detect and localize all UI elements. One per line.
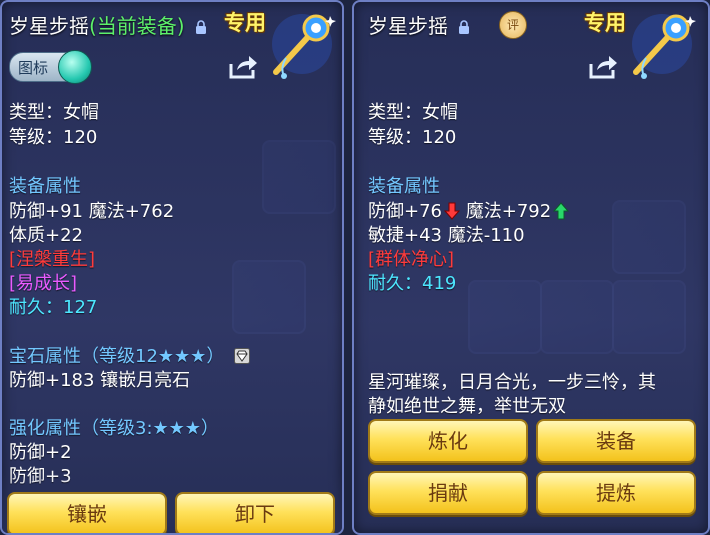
attr-magic: 魔法+792 — [465, 201, 552, 222]
exclusive-label: 专用 — [584, 11, 626, 35]
item-level: 等级：120 — [368, 127, 457, 148]
equip-attr-header: 装备属性 — [9, 176, 81, 197]
gem-header-text: 宝石属性（等级12★★★） — [9, 346, 225, 367]
unequip-button[interactable]: 卸下 — [175, 492, 335, 533]
durability-value: 127 — [63, 297, 98, 318]
lock-icon — [195, 20, 206, 34]
special-skill: [易成长] — [9, 273, 78, 294]
hairpin-item-icon — [632, 14, 696, 79]
durability: 耐久：127 — [9, 293, 97, 319]
special-effect: [涅槃重生] — [9, 249, 96, 270]
gem-attr-header: 宝石属性（等级12★★★） — [9, 342, 251, 368]
lock-icon — [459, 20, 470, 34]
rating-badge-icon[interactable]: 评 — [499, 11, 527, 39]
item-title: 岁星步摇(当前装备) — [9, 10, 207, 39]
refine-button[interactable]: 炼化 — [368, 419, 528, 463]
attr-line: 防御+76 魔法+792 — [368, 197, 570, 223]
special-effect: [群体净心] — [368, 249, 455, 270]
exclusive-label: 专用 — [224, 11, 266, 35]
arrow-up-icon — [553, 202, 570, 220]
toggle-knob — [58, 50, 92, 84]
item-name: 岁星步摇 — [9, 14, 89, 38]
share-icon[interactable] — [228, 54, 258, 80]
attr-defense: 防御+76 — [368, 201, 442, 222]
item-type: 类型：女帽 — [368, 102, 458, 123]
attr-line: 敏捷+43 魔法-110 — [368, 225, 525, 246]
equip-button[interactable]: 装备 — [536, 419, 696, 463]
item-title: 岁星步摇 — [368, 10, 470, 39]
inlay-button[interactable]: 镶嵌 — [7, 492, 167, 533]
enhance-attr-header: 强化属性（等级3:★★★） — [9, 418, 219, 439]
equip-attr-header: 装备属性 — [368, 176, 440, 197]
equipped-item-panel: 岁星步摇(当前装备) 专用 图标 类型：女帽 等级：120 装备属性 防御+91… — [0, 0, 344, 535]
durability: 耐久：419 — [368, 269, 456, 295]
item-level: 等级：120 — [9, 127, 98, 148]
item-type: 类型：女帽 — [9, 102, 99, 123]
donate-button[interactable]: 捐献 — [368, 471, 528, 515]
arrow-down-icon — [444, 202, 460, 220]
attr-line: 防御+91 魔法+762 — [9, 201, 175, 222]
item-description: 星河璀璨，日月合光，一步三怜，其 — [368, 372, 656, 393]
extract-button[interactable]: 提炼 — [536, 471, 696, 515]
icon-toggle-label: 图标 — [18, 59, 49, 77]
item-description: 静如绝世之舞，举世无双 — [368, 396, 566, 417]
gem-icon[interactable] — [234, 348, 251, 364]
durability-label: 耐久： — [9, 297, 63, 318]
hairpin-item-icon — [272, 14, 336, 79]
compare-item-panel: 岁星步摇 专用 类型：女帽 等级：120 装备属性 防御+76 魔法+792 敏… — [352, 0, 710, 535]
durability-value: 419 — [422, 273, 457, 294]
item-name: 岁星步摇 — [368, 14, 448, 38]
gem-attr-line: 防御+183 镶嵌月亮石 — [9, 370, 191, 391]
durability-label: 耐久： — [368, 273, 422, 294]
share-icon[interactable] — [588, 54, 618, 80]
icon-toggle[interactable]: 图标 — [9, 50, 92, 84]
attr-line: 体质+22 — [9, 225, 83, 246]
current-equipped-label: (当前装备) — [89, 14, 185, 38]
enhance-line: 防御+2 — [9, 442, 72, 463]
